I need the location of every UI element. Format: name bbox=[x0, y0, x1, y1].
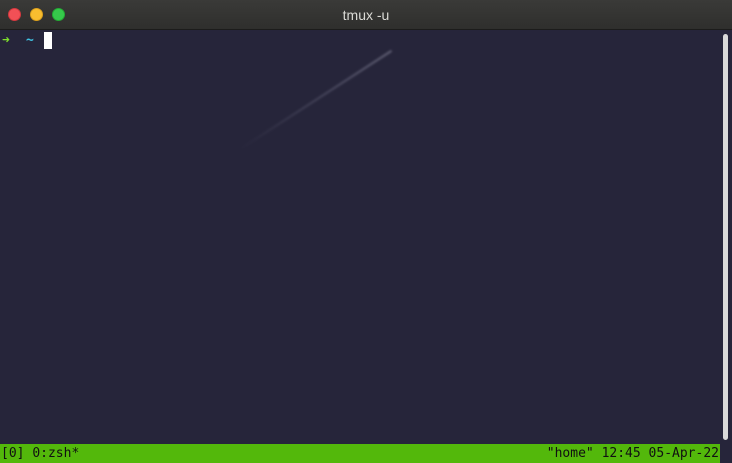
text-cursor bbox=[43, 31, 52, 49]
terminal-area[interactable]: ➜ ~ bbox=[0, 30, 720, 444]
prompt-arrow-icon: ➜ bbox=[2, 32, 10, 48]
scrollbar-thumb[interactable] bbox=[723, 34, 728, 440]
status-date: 05-Apr-22 bbox=[648, 446, 719, 461]
tmux-status-bar: [0] 0:zsh* "home" 12:45 05-Apr-22 bbox=[0, 444, 720, 463]
status-time: 12:45 bbox=[601, 446, 641, 461]
session-index: [0] bbox=[1, 446, 25, 461]
status-left: [0] 0:zsh* bbox=[1, 444, 79, 463]
title-bar[interactable]: tmux -u bbox=[0, 0, 732, 30]
status-corner bbox=[720, 444, 732, 463]
shell-prompt: ➜ ~ bbox=[2, 30, 52, 50]
prompt-directory: ~ bbox=[26, 32, 34, 48]
status-right: "home" 12:45 05-Apr-22 bbox=[547, 444, 719, 463]
scrollbar[interactable] bbox=[720, 30, 732, 444]
pane-title: "home" bbox=[546, 446, 594, 461]
window-title: tmux -u bbox=[342, 7, 390, 23]
background-streak bbox=[240, 49, 393, 150]
window-list-item[interactable]: 0:zsh* bbox=[32, 446, 79, 461]
terminal-window: tmux -u ➜ ~ [0] 0:zsh* "home" 12:45 05-A… bbox=[0, 0, 732, 463]
